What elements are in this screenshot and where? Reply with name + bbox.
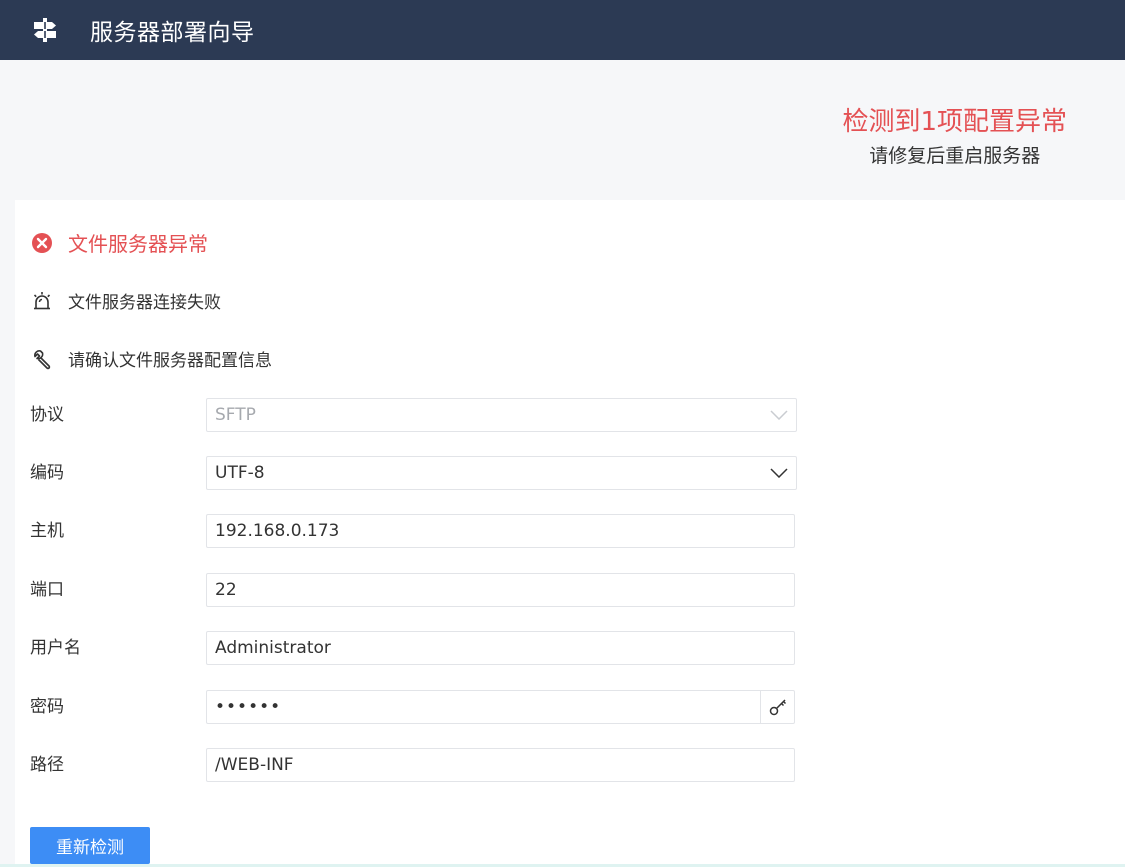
summary-box: 检测到1项配置异常 请修复后重启服务器 [842,104,1067,170]
host-row: 主机 192.168.0.173 [30,514,1090,548]
chevron-down-icon [762,457,796,489]
error-circle-icon [30,231,54,255]
header-bar: 服务器部署向导 [0,0,1125,60]
issue-detail-row: 文件服务器连接失败 [30,288,221,313]
recheck-button[interactable]: 重新检测 [30,827,150,864]
key-icon[interactable] [760,691,794,723]
config-panel: 文件服务器异常 文件服务器连接失败 请确认文件服务器配置信息 协议 SFTP 编… [15,200,1125,867]
encoding-row: 编码 UTF-8 [30,456,1090,490]
encoding-label: 编码 [30,463,64,483]
issue-title: 文件服务器异常 [68,232,208,256]
username-input[interactable]: Administrator [206,631,795,665]
issue-detail: 文件服务器连接失败 [68,293,221,313]
alarm-icon [30,289,54,313]
port-input[interactable]: 22 [206,573,795,607]
username-value: Administrator [215,638,331,658]
protocol-row: 协议 SFTP [30,398,1090,432]
password-input[interactable]: •••••• [206,690,795,724]
host-input[interactable]: 192.168.0.173 [206,514,795,548]
encoding-select[interactable]: UTF-8 [206,456,797,490]
wrench-icon [30,347,54,371]
protocol-value: SFTP [215,405,256,425]
summary-headline: 检测到1项配置异常 [842,107,1067,137]
protocol-select[interactable]: SFTP [206,398,797,432]
page-title: 服务器部署向导 [90,20,255,46]
path-row: 路径 /WEB-INF [30,748,1090,782]
signpost-icon [30,15,60,45]
encoding-value: UTF-8 [215,463,265,483]
protocol-label: 协议 [30,405,64,425]
summary-subtext: 请修复后重启服务器 [869,145,1041,167]
path-label: 路径 [30,755,64,775]
password-row: 密码 •••••• [30,690,1090,724]
host-label: 主机 [30,521,64,541]
issue-hint-row: 请确认文件服务器配置信息 [30,346,272,371]
chevron-down-icon [762,399,796,431]
host-value: 192.168.0.173 [215,521,340,541]
issue-hint: 请确认文件服务器配置信息 [68,351,272,371]
username-label: 用户名 [30,638,81,658]
port-row: 端口 22 [30,573,1090,607]
path-value: /WEB-INF [215,755,294,775]
username-row: 用户名 Administrator [30,631,1090,665]
port-label: 端口 [30,580,64,600]
password-label: 密码 [30,697,64,717]
path-input[interactable]: /WEB-INF [206,748,795,782]
port-value: 22 [215,580,237,600]
password-value: •••••• [215,697,282,717]
issue-title-row: 文件服务器异常 [30,228,208,257]
